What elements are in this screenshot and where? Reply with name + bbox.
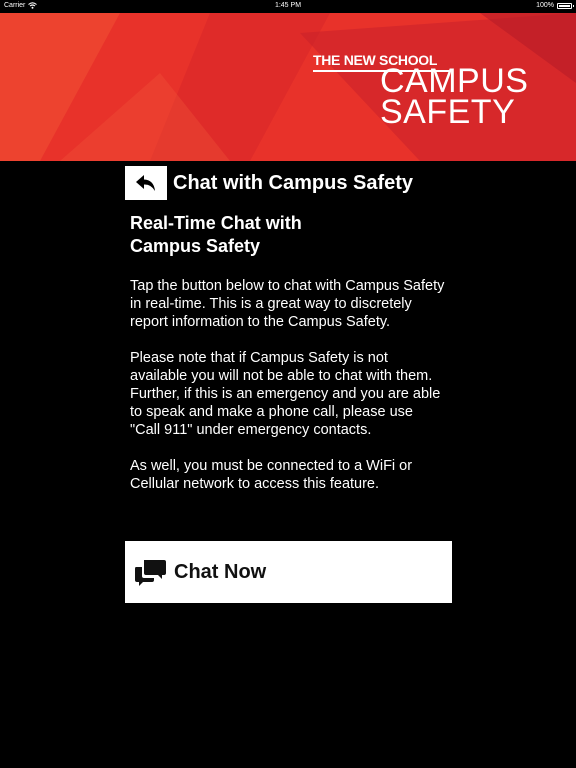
logo-campus-safety: CAMPUS SAFETY: [380, 64, 550, 131]
heading-line-1: Real-Time Chat with: [130, 213, 302, 233]
status-bar: Carrier 1:45 PM 100%: [0, 0, 576, 13]
main-content: Real-Time Chat with Campus Safety Tap th…: [130, 212, 446, 511]
chat-now-button[interactable]: Chat Now: [125, 541, 452, 603]
logo-line-safety: SAFETY: [380, 93, 516, 131]
chat-now-label: Chat Now: [174, 560, 267, 583]
battery-icon: [557, 2, 574, 9]
back-arrow-icon: [136, 175, 155, 191]
chat-bubbles-icon: [135, 560, 166, 586]
header-banner: THE NEW SCHOOL CAMPUS SAFETY: [0, 13, 576, 161]
heading-line-2: Campus Safety: [130, 236, 261, 256]
status-time: 1:45 PM: [274, 2, 302, 9]
battery-percent: 100%: [536, 2, 554, 9]
connectivity-paragraph: As well, you must be connected to a WiFi…: [130, 458, 413, 492]
page-title: Chat with Campus Safety: [173, 171, 414, 194]
intro-paragraph: Tap the button below to chat with Campus…: [130, 278, 445, 330]
availability-paragraph: Please note that if Campus Safety is not…: [130, 350, 441, 438]
page-header: Chat with Campus Safety: [125, 166, 413, 200]
back-button[interactable]: [125, 166, 167, 200]
section-heading: Real-Time Chat with Campus Safety: [130, 212, 446, 258]
battery-indicator: 100%: [536, 2, 574, 9]
